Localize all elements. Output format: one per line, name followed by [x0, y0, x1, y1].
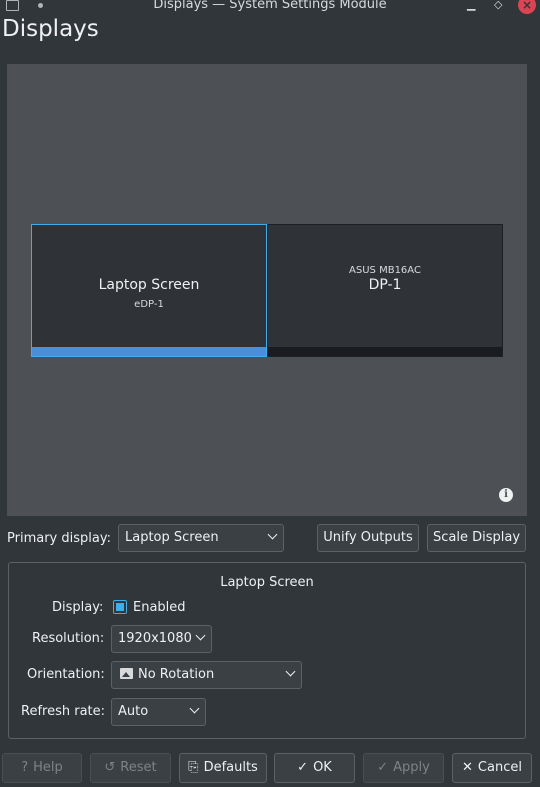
screen-model: ASUS MB16AC [349, 265, 421, 276]
enabled-checkbox[interactable] [113, 600, 127, 614]
orientation-value: No Rotation [138, 667, 215, 682]
orientation-select[interactable]: No Rotation [111, 661, 302, 689]
resolution-value: 1920x1080 [118, 631, 192, 646]
chevron-down-icon [267, 529, 278, 540]
apply-label: Apply [393, 760, 430, 775]
enabled-label[interactable]: Enabled [133, 600, 186, 615]
reset-button[interactable]: ↺ Reset [90, 753, 171, 783]
screen-output: DP-1 [368, 277, 402, 293]
help-icon: ? [21, 760, 29, 775]
checkbox-fill [116, 603, 124, 611]
help-button[interactable]: ? Help [2, 753, 82, 783]
ok-label: OK [313, 760, 332, 775]
refresh-rate-select[interactable]: Auto [111, 698, 206, 726]
maximize-icon[interactable]: ◇ [494, 0, 502, 12]
undo-icon: ↺ [104, 760, 116, 775]
cancel-button[interactable]: ✕ Cancel [452, 753, 532, 783]
cancel-label: Cancel [477, 760, 522, 775]
info-icon[interactable]: i [499, 488, 513, 502]
screen-selection-bar [32, 347, 266, 356]
primary-display-select[interactable]: Laptop Screen [118, 524, 284, 552]
refresh-rate-value: Auto [118, 704, 149, 719]
document-revert-icon: ⎘ [188, 760, 199, 775]
chevron-down-icon [285, 666, 296, 677]
refresh-rate-label: Refresh rate: [21, 704, 106, 719]
screen-selection-bar [268, 347, 502, 356]
ok-button[interactable]: ✓ OK [274, 753, 355, 783]
defaults-button[interactable]: ⎘ Defaults [179, 753, 267, 783]
scale-display-button[interactable]: Scale Display [427, 524, 526, 552]
resolution-label: Resolution: [32, 631, 105, 646]
title-bar: Displays — System Settings Module ▁ ◇ × [0, 0, 540, 14]
output-settings-title: Laptop Screen [220, 575, 314, 590]
display-arrangement-canvas[interactable]: Laptop Screen eDP-1 ASUS MB16AC DP-1 [7, 64, 527, 516]
primary-display-value: Laptop Screen [125, 530, 219, 545]
screen-output: eDP-1 [134, 299, 164, 310]
page-title: Displays [2, 16, 99, 42]
apply-button[interactable]: ✓ Apply [363, 753, 444, 783]
window-title: Displays — System Settings Module [153, 0, 387, 12]
help-label: Help [33, 760, 63, 775]
screen-label: Laptop Screen [98, 277, 200, 293]
orientation-label: Orientation: [27, 667, 105, 682]
defaults-label: Defaults [203, 760, 258, 775]
close-x-icon: ✕ [462, 760, 473, 775]
screen-laptop[interactable]: Laptop Screen eDP-1 [31, 224, 267, 357]
unify-outputs-button[interactable]: Unify Outputs [317, 524, 419, 552]
display-label: Display: [52, 600, 104, 615]
chevron-down-icon [189, 703, 200, 714]
checkmark-icon: ✓ [377, 760, 389, 775]
primary-display-label: Primary display: [7, 531, 111, 546]
minimize-icon[interactable]: ▁ [467, 0, 475, 12]
resolution-select[interactable]: 1920x1080 [111, 625, 212, 653]
screen-external[interactable]: ASUS MB16AC DP-1 [267, 224, 503, 357]
reset-label: Reset [120, 760, 157, 775]
chevron-down-icon [195, 630, 206, 641]
image-icon [120, 668, 133, 679]
checkmark-icon: ✓ [297, 760, 309, 775]
